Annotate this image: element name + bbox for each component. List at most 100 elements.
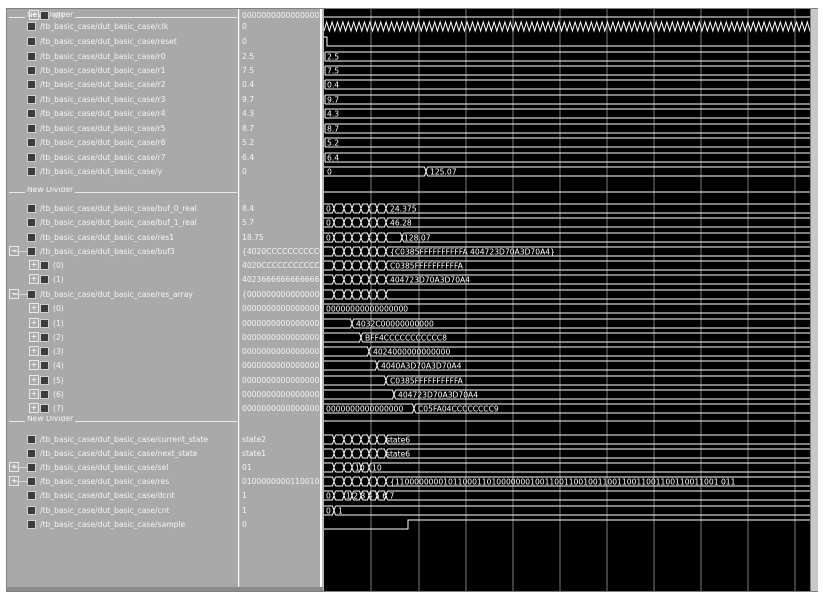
signal-name: /tb_basic_case/dut_basic_case/cnt — [40, 506, 170, 515]
wave-value-label: 1 — [338, 507, 343, 516]
signal-value: 1 — [242, 491, 247, 500]
signal-value: 18.75 — [242, 233, 264, 242]
signal-row[interactable]: + (1) — [7, 273, 239, 286]
signal-row[interactable]: −/tb_basic_case/dut_basic_case/res_array — [7, 288, 239, 301]
expand-toggle-icon[interactable]: + — [29, 10, 39, 20]
signal-row[interactable]: + (3) — [7, 345, 239, 358]
bus-trace — [325, 152, 810, 163]
expand-toggle-icon[interactable]: + — [29, 375, 39, 385]
bus-trace — [325, 51, 810, 62]
signal-icon — [40, 275, 49, 284]
signal-row[interactable]: /tb_basic_case/dut_basic_case/r0 — [7, 50, 239, 63]
signal-value: 4023666666666666 — [242, 275, 320, 284]
bus-trace — [324, 289, 810, 300]
signal-value: 7.5 — [242, 66, 255, 75]
tree-line — [13, 294, 27, 295]
signal-row[interactable]: /tb_basic_case/dut_basic_case/y — [7, 165, 239, 178]
signal-row[interactable]: + (0) — [7, 259, 239, 272]
waveform-pane[interactable]: 2.5 7.5 0.4 9.7 4.3 8.7 5.2 6.4 0 125.07 0 24.375 0 4… — [324, 9, 810, 591]
wave-value-label: 5.2 — [327, 139, 339, 148]
signal-name: /tb_basic_case/dut_basic_case/dcnt — [40, 491, 175, 500]
signal-row[interactable]: /tb_basic_case/dut_basic_case/sample — [7, 518, 239, 531]
expand-toggle-icon[interactable]: + — [29, 403, 39, 413]
signal-row[interactable]: /tb_basic_case/dut_basic_case/r2 — [7, 78, 239, 91]
sample-trace — [324, 519, 810, 530]
bus-trace — [325, 123, 810, 134]
expand-toggle-icon[interactable]: + — [29, 318, 39, 328]
signal-row[interactable]: + (2) — [7, 331, 239, 344]
signal-icon — [27, 247, 36, 256]
wave-value-label: 404723D70A3D70A4 — [398, 391, 478, 400]
wave-value-label: 24.375 — [390, 205, 417, 214]
wave-value-label: C05FA04CCCCCCCC9 — [418, 405, 499, 414]
signal-name: /tb_basic_case/dut_basic_case/next_state — [40, 449, 198, 458]
signal-row[interactable]: /tb_basic_case/dut_basic_case/r4 — [7, 107, 239, 120]
signal-value: state1 — [242, 449, 267, 458]
expand-toggle-icon[interactable]: + — [29, 360, 39, 370]
signal-row[interactable]: +/tb_basic_case/dut_basic_case/res — [7, 475, 239, 488]
bus-trace — [325, 65, 810, 76]
signal-value: 0 — [242, 167, 247, 176]
expand-toggle-icon[interactable]: + — [29, 389, 39, 399]
signal-icon — [40, 361, 49, 370]
bus-trace — [325, 108, 810, 119]
signal-row[interactable]: /tb_basic_case/dut_basic_case/next_state — [7, 447, 239, 460]
wave-value-label: 10 — [355, 464, 365, 473]
signal-value: 0000000000000000 — [242, 361, 320, 370]
signal-row[interactable]: /tb_basic_case/dut_basic_case/r5 — [7, 122, 239, 135]
signal-row[interactable]: /tb_basic_case/dut_basic_case/r7 — [7, 151, 239, 164]
signal-row[interactable]: /tb_basic_case/dut_basic_case/res1 — [7, 231, 239, 244]
signal-icon — [27, 491, 36, 500]
expand-toggle-icon[interactable]: + — [29, 303, 39, 313]
signal-icon — [27, 477, 36, 486]
signal-name: /tb_basic_case/dut_basic_case/res1 — [40, 233, 175, 242]
signal-row[interactable]: + (4) — [7, 359, 239, 372]
signal-row[interactable]: −/tb_basic_case/dut_basic_case/buf3 — [7, 245, 239, 258]
signal-row[interactable]: /tb_basic_case/dut_basic_case/buf_1_real — [7, 216, 239, 229]
signal-icon — [27, 463, 36, 472]
signal-row[interactable]: + (1) — [7, 317, 239, 330]
signal-icon — [27, 138, 36, 147]
signal-row[interactable]: /tb_basic_case/dut_basic_case/r3 — [7, 93, 239, 106]
signal-row[interactable]: /tb_basic_case/dut_basic_case/buf_0_real — [7, 202, 239, 215]
signal-name: /tb_basic_case/dut_basic_case/buf_1_real — [40, 218, 197, 227]
signal-row[interactable]: /tb_basic_case/dut_basic_case/cnt — [7, 504, 239, 517]
signal-value: {4020CCCCCCCCCCCD — [242, 247, 322, 256]
wave-value-label: 4032C00000000000 — [356, 320, 434, 329]
signal-row[interactable]: /tb_basic_case/dut_basic_case/r6 — [7, 136, 239, 149]
wave-value-label: {C0385FFFFFFFFFFA 404723D70A3D70A4} — [390, 248, 555, 257]
signal-icon — [27, 109, 36, 118]
signal-row[interactable]: + (5) — [7, 374, 239, 387]
new-divider: New Divider — [7, 416, 239, 425]
signal-row[interactable]: /tb_basic_case/dut_basic_case/current_st… — [7, 433, 239, 446]
vertical-scrollbar[interactable] — [810, 9, 818, 591]
expand-toggle-icon[interactable]: + — [29, 346, 39, 356]
new-divider: New Divider — [7, 187, 239, 196]
signal-value: 0000000000000000 — [242, 11, 320, 20]
signal-name: (0) — [53, 261, 64, 270]
wave-value-label: 10 — [372, 464, 382, 473]
bus-trace — [324, 232, 810, 243]
signal-row[interactable]: /tb_basic_case/dut_basic_case/r1 — [7, 64, 239, 77]
signal-icon — [40, 390, 49, 399]
expand-toggle-icon[interactable]: + — [29, 332, 39, 342]
wave-value-label: 7.5 — [327, 67, 339, 76]
signal-row[interactable]: + (6) — [7, 388, 239, 401]
signal-row[interactable]: /tb_basic_case/dut_basic_case/dcnt — [7, 489, 239, 502]
wave-value-label: 6.4 — [327, 154, 339, 163]
signal-row[interactable]: + (8) — [7, 9, 239, 22]
horizontal-scrollbar[interactable] — [7, 587, 323, 591]
signal-row[interactable]: +/tb_basic_case/dut_basic_case/sel — [7, 461, 239, 474]
signal-value: 0000000000000000 — [242, 304, 320, 313]
signal-value: 9.7 — [242, 95, 255, 104]
signal-name: (1) — [53, 275, 64, 284]
signal-name: /tb_basic_case/dut_basic_case/r6 — [40, 138, 166, 147]
wave-value-label: 0 — [326, 205, 331, 214]
signal-row[interactable]: + (0) — [7, 302, 239, 315]
expand-toggle-icon[interactable]: + — [29, 274, 39, 284]
expand-toggle-icon[interactable]: + — [29, 260, 39, 270]
signal-name: /tb_basic_case/dut_basic_case/r2 — [40, 80, 166, 89]
signal-value: 0 — [242, 520, 247, 529]
signal-row[interactable]: + (7) — [7, 402, 239, 415]
signal-row[interactable]: /tb_basic_case/dut_basic_case/reset — [7, 35, 239, 48]
